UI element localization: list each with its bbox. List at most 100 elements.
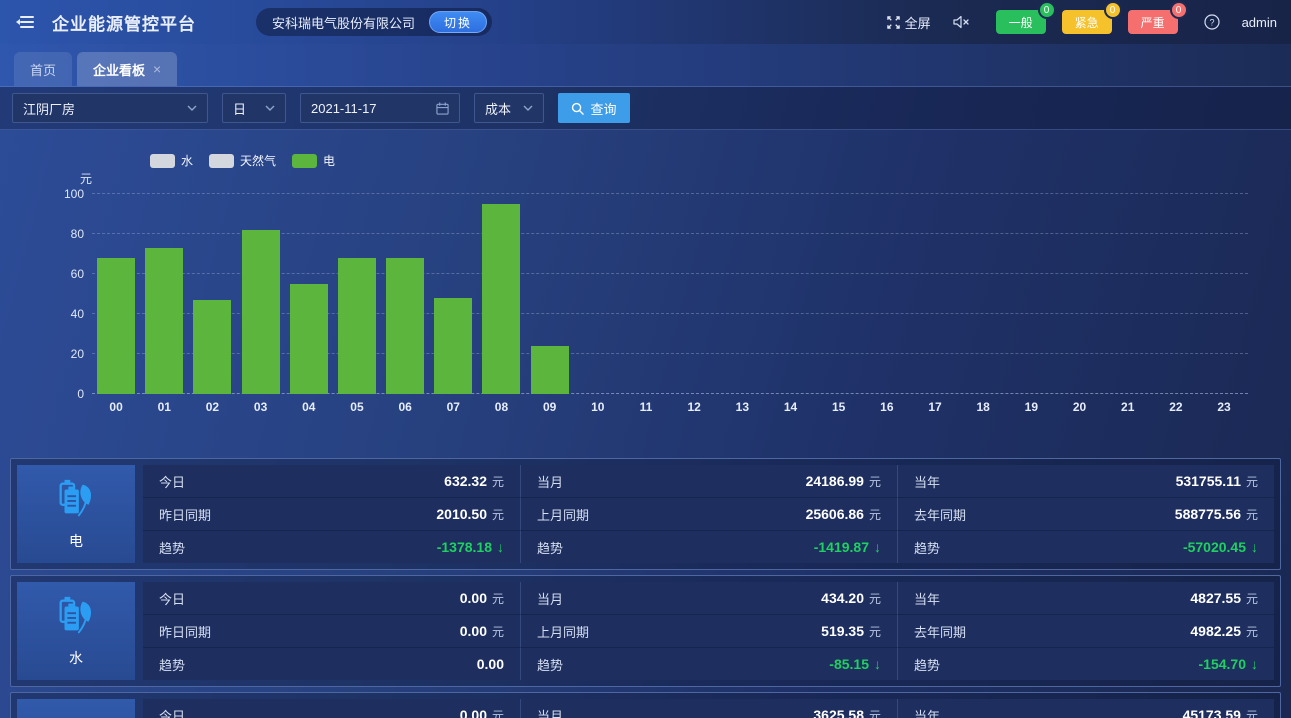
chart-plot-area [92, 194, 1248, 394]
close-icon[interactable]: × [153, 61, 161, 77]
alarm-badge-3[interactable]: 严重0 [1128, 10, 1178, 34]
cell-label: 去年同期 [914, 622, 966, 641]
y-axis-unit: 元 [64, 170, 92, 187]
cell-label: 上月同期 [537, 505, 589, 524]
cell-number: 2010.50 [436, 506, 487, 522]
period-select[interactable]: 日 [222, 93, 286, 123]
cell-number: 4982.25 [1190, 623, 1241, 639]
table-cell: 当月434.20元 [520, 582, 897, 615]
energy-type-card[interactable]: 水 [17, 582, 135, 680]
legend-label: 水 [181, 152, 193, 169]
energy-table: 今日0.00元当月434.20元当年4827.55元昨日同期0.00元上月同期5… [143, 582, 1274, 680]
bar-07[interactable] [434, 298, 472, 394]
cell-label: 趋势 [914, 538, 940, 557]
x-tick-label: 23 [1200, 400, 1248, 414]
svg-text:?: ? [1209, 17, 1214, 27]
trend-down-arrow: ↓ [874, 656, 881, 672]
cell-label: 趋势 [914, 655, 940, 674]
cell-value: 0.00元 [460, 707, 504, 718]
x-tick-label: 12 [670, 400, 718, 414]
y-tick-label: 40 [36, 307, 84, 321]
y-tick-label: 60 [36, 267, 84, 281]
alarm-badge-2[interactable]: 紧急0 [1062, 10, 1112, 34]
company-selector: 安科瑞电气股份有限公司 切换 [256, 8, 492, 36]
date-picker[interactable]: 2021-11-17 [300, 93, 460, 123]
help-icon[interactable]: ? [1204, 14, 1220, 30]
fullscreen-button[interactable]: 全屏 [887, 13, 931, 32]
y-axis-labels: 020406080100 [36, 194, 84, 394]
cell-number: -85.15 [829, 656, 869, 672]
x-tick-label: 01 [140, 400, 188, 414]
x-tick-label: 16 [863, 400, 911, 414]
cell-value: 0.00元 [460, 623, 504, 640]
energy-panel-2: 水今日0.00元当月434.20元当年4827.55元昨日同期0.00元上月同期… [10, 575, 1281, 687]
chevron-down-icon [265, 105, 275, 112]
cell-number: 45173.59 [1183, 707, 1241, 718]
energy-type-card[interactable]: 电 [17, 465, 135, 563]
cell-value: 3625.58 元 [813, 707, 881, 718]
cell-number: 0.00 [477, 656, 504, 672]
bar-00[interactable] [97, 258, 135, 394]
battery-leaf-icon [53, 477, 99, 523]
legend-label: 电 [323, 152, 335, 169]
legend-swatch [209, 154, 234, 168]
cell-value: -57020.45↓ [1183, 539, 1258, 555]
cell-unit: 元 [1246, 473, 1258, 490]
bar-02[interactable] [193, 300, 231, 394]
cell-number: 434.20 [821, 590, 864, 606]
alarm-badge-label: 一般 [1009, 14, 1033, 31]
header-actions: 全屏 一般0 紧急0 严重0 ? admin [887, 10, 1277, 34]
x-tick-label: 20 [1055, 400, 1103, 414]
table-cell: 趋势-1378.18↓ [143, 531, 520, 563]
bar-slot-13 [718, 194, 766, 394]
mute-button[interactable] [953, 15, 970, 29]
site-select[interactable]: 江阴厂房 [12, 93, 208, 123]
y-tick-label: 20 [36, 347, 84, 361]
table-cell: 趋势-154.70↓ [897, 648, 1274, 680]
y-tick-label: 100 [36, 187, 84, 201]
cell-number: 4827.55 [1190, 590, 1241, 606]
bar-09[interactable] [531, 346, 569, 394]
cell-number: 3625.58 [813, 707, 864, 718]
cell-label: 当年 [914, 706, 940, 718]
energy-type-card[interactable] [17, 699, 135, 718]
search-icon [571, 102, 584, 115]
table-cell: 今日632.32元 [143, 465, 520, 498]
cell-unit: 元 [1246, 506, 1258, 523]
bar-03[interactable] [242, 230, 280, 394]
query-button[interactable]: 查询 [558, 93, 630, 123]
filter-bar: 江阴厂房 日 2021-11-17 成本 [0, 87, 1291, 130]
table-cell: 当月24186.99元 [520, 465, 897, 498]
cell-unit: 元 [492, 473, 504, 490]
cell-label: 上月同期 [537, 622, 589, 641]
bar-slot-11 [622, 194, 670, 394]
legend-swatch [150, 154, 175, 168]
cell-label: 当月 [537, 472, 563, 491]
cell-unit: 元 [1246, 590, 1258, 607]
metric-select[interactable]: 成本 [474, 93, 544, 123]
bar-01[interactable] [145, 248, 183, 394]
alarm-badge-1[interactable]: 一般0 [996, 10, 1046, 34]
cell-value: -1378.18↓ [437, 539, 504, 555]
menu-fold-icon[interactable] [14, 12, 36, 32]
bar-slot-10 [574, 194, 622, 394]
bar-08[interactable] [482, 204, 520, 394]
energy-panel-3: 今日0.00元当月3625.58元当年45173.59元 [10, 692, 1281, 718]
bar-slot-06 [381, 194, 429, 394]
legend-item-天然气[interactable]: 天然气 [209, 152, 276, 169]
legend-item-电[interactable]: 电 [292, 152, 335, 169]
cell-value: 588775.56元 [1175, 506, 1258, 523]
bar-04[interactable] [290, 284, 328, 394]
tab-企业看板[interactable]: 企业看板× [77, 52, 177, 86]
cell-unit: 元 [869, 707, 881, 718]
bar-06[interactable] [386, 258, 424, 394]
legend-item-水[interactable]: 水 [150, 152, 193, 169]
bar-slot-19 [1007, 194, 1055, 394]
tab-首页[interactable]: 首页 [14, 52, 72, 86]
bar-05[interactable] [338, 258, 376, 394]
cell-value: 531755.11元 [1176, 473, 1258, 490]
switch-company-button[interactable]: 切换 [429, 11, 487, 33]
bar-slot-01 [140, 194, 188, 394]
username[interactable]: admin [1242, 15, 1277, 30]
table-cell: 当月3625.58元 [520, 699, 897, 718]
